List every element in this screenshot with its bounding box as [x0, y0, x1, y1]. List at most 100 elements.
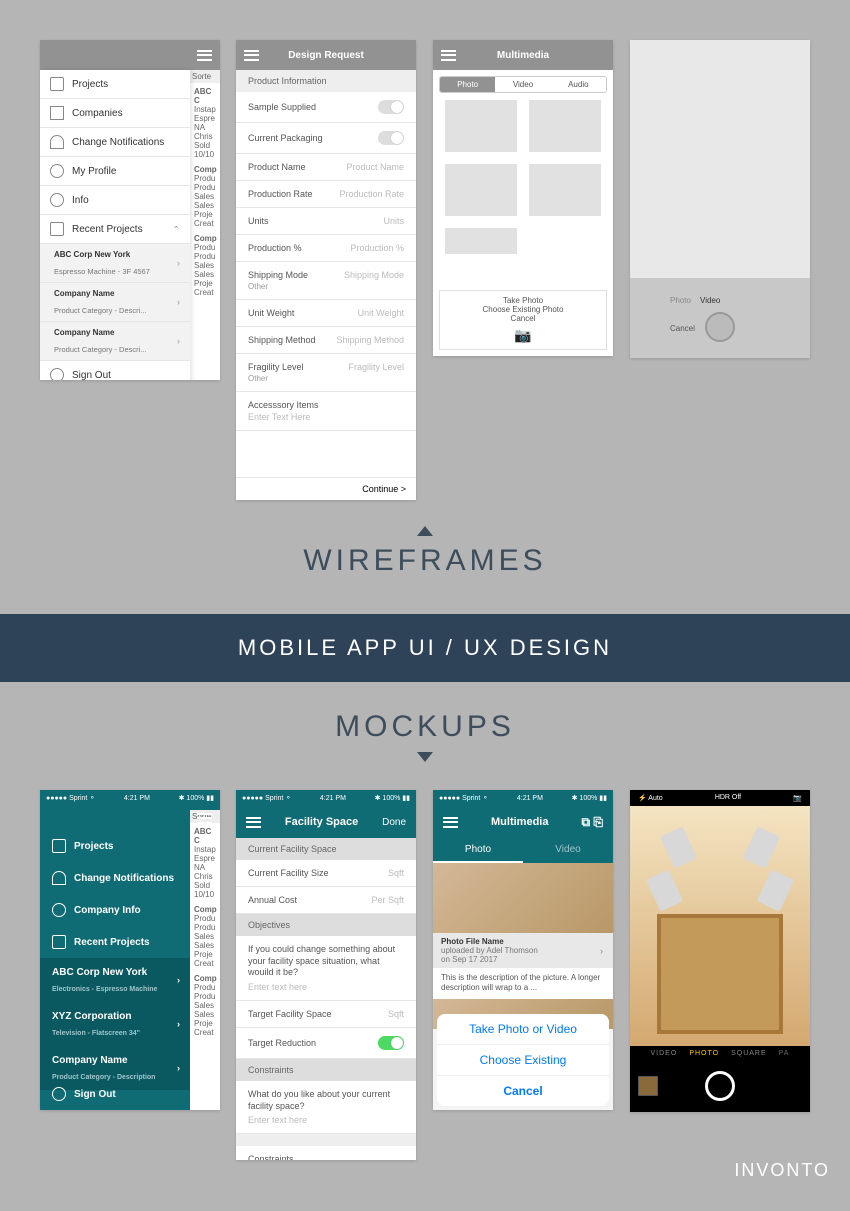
arrow-up-icon [417, 526, 433, 536]
row-units[interactable]: UnitsUnits [236, 208, 416, 235]
chevron-right-icon[interactable]: › [600, 946, 603, 956]
recent-item[interactable]: Company NameProduct Category - Descri...… [40, 283, 190, 322]
nav-signout[interactable]: Sign Out [40, 361, 190, 380]
nav-notifications[interactable]: Change Notifications [40, 128, 190, 157]
bg-list: Sorte ABC C InstapEspreNAChrisSold10/10 … [190, 810, 220, 1110]
info-icon [50, 193, 64, 207]
mode-photo[interactable]: PHOTO [689, 1050, 719, 1057]
cancel-button[interactable]: Cancel [440, 314, 606, 323]
power-icon [52, 1087, 66, 1101]
chevron-right-icon: › [177, 336, 180, 346]
recent-item[interactable]: ABC Corp New YorkElectronics - Espresso … [40, 958, 190, 1002]
brand-label: INVONTO [734, 1160, 830, 1181]
row-accessory[interactable]: Accesssory ItemsEnter Text Here [236, 392, 416, 431]
hamburger-icon[interactable] [441, 50, 456, 61]
nav-notifications[interactable]: Change Notifications [40, 862, 190, 894]
nav-projects[interactable]: Projects [40, 830, 190, 862]
bg-list: Sorte ABC C InstapEspreNAChrisSold10/10 … [190, 70, 220, 380]
header-actions[interactable]: ⧉ ⎘ [581, 815, 603, 830]
row-unit-weight[interactable]: Unit WeightUnit Weight [236, 300, 416, 327]
thumbnail[interactable] [445, 228, 517, 254]
tab-photo[interactable]: Photo [433, 838, 523, 863]
cancel-button[interactable]: Cancel [670, 324, 695, 333]
hamburger-icon[interactable] [244, 50, 259, 61]
recent-item[interactable]: ABC Corp New YorkEspresso Machine - 3F 4… [40, 244, 190, 283]
done-button[interactable]: Done [382, 817, 406, 828]
toggle[interactable] [378, 100, 404, 114]
row-shipping-method[interactable]: Shipping MethodShipping Method [236, 327, 416, 354]
thumbnail[interactable] [445, 164, 517, 216]
photo-preview[interactable] [433, 863, 613, 933]
flash-button[interactable]: ⚡ Auto [638, 794, 663, 802]
bell-icon [50, 135, 64, 149]
tab-audio[interactable]: Audio [551, 77, 606, 92]
recent-item[interactable]: Company NameProduct Category - Descri...… [40, 322, 190, 361]
tab-photo[interactable]: Photo [440, 77, 495, 92]
toggle[interactable] [378, 131, 404, 145]
camera-icon[interactable]: 📷 [793, 794, 802, 802]
chevron-right-icon: › [177, 297, 180, 307]
nav-profile[interactable]: My Profile [40, 157, 190, 186]
recent-item[interactable]: XYZ CorporationTelevision - Flatscreen 3… [40, 1002, 190, 1046]
header: Multimedia⧉ ⎘ [433, 806, 613, 838]
tab-video[interactable]: Video [700, 296, 720, 305]
row-shipping-mode[interactable]: Shipping ModeShipping ModeOther [236, 262, 416, 300]
tab-video[interactable]: Video [495, 77, 550, 92]
action-sheet: Take Photo Choose Existing Photo Cancel … [439, 290, 607, 350]
nav-signout[interactable]: Sign Out [40, 1078, 190, 1110]
header: Multimedia [433, 40, 613, 70]
row-production-pct[interactable]: Production %Production % [236, 235, 416, 262]
shutter-button[interactable] [705, 1071, 735, 1101]
row-annual-cost[interactable]: Annual CostPer Sqft [236, 887, 416, 914]
row-production-rate[interactable]: Production RateProduction Rate [236, 181, 416, 208]
mid-band: MOBILE APP UI / UX DESIGN [0, 614, 850, 682]
tab-video[interactable]: Video [523, 838, 613, 863]
cancel-button[interactable]: Cancel [437, 1076, 609, 1106]
nav-recent[interactable]: Recent Projects⌃ [40, 926, 190, 958]
mode-pano[interactable]: PA [779, 1050, 790, 1057]
section-header: Current Facility Space [236, 838, 416, 860]
last-photo-thumbnail[interactable] [638, 1076, 658, 1096]
mode-video[interactable]: VIDEO [651, 1050, 678, 1057]
toggle[interactable] [378, 1036, 404, 1050]
choose-existing-button[interactable]: Choose Existing [437, 1045, 609, 1076]
wireframe-nav: Sorte ABC C InstapEspreNAChrisSold10/10 … [40, 40, 220, 380]
status-bar: ●●●●● Sprint ⚬4:21 PM✱ 100% ▮▮ [236, 790, 416, 806]
shutter-button[interactable] [705, 312, 735, 342]
row-objective-q1[interactable]: If you could change something about your… [236, 936, 416, 1001]
hamburger-icon[interactable] [197, 813, 212, 824]
row-constraints[interactable]: ConstraintsEnter text here [236, 1146, 416, 1160]
bell-icon [52, 871, 66, 885]
section-title-mockups: MOCKUPS [0, 710, 850, 744]
power-icon [50, 368, 64, 380]
choose-existing-button[interactable]: Choose Existing Photo [440, 305, 606, 314]
take-photo-button[interactable]: Take Photo or Video [437, 1014, 609, 1045]
row-product-name[interactable]: Product NameProduct Name [236, 154, 416, 181]
hamburger-icon[interactable] [246, 817, 261, 828]
thumbnail[interactable] [529, 100, 601, 152]
row-current-size[interactable]: Current Facility SizeSqft [236, 860, 416, 887]
row-constraint-q[interactable]: What do you like about your current faci… [236, 1081, 416, 1134]
nav-projects[interactable]: Projects [40, 70, 190, 99]
camera-mode-selector[interactable]: VIDEO PHOTO SQUARE PA [630, 1046, 810, 1061]
person-icon [50, 164, 64, 178]
camera-icon[interactable]: 📷 [440, 327, 606, 344]
folder-icon [52, 935, 66, 949]
nav-company-info[interactable]: Company Info [40, 894, 190, 926]
row-target-reduction: Target Reduction [236, 1028, 416, 1059]
hamburger-icon[interactable] [443, 817, 458, 828]
nav-recent[interactable]: Recent Projects⌃ [40, 215, 190, 244]
hamburger-icon[interactable] [197, 50, 212, 61]
thumbnail[interactable] [445, 100, 517, 152]
row-target-space[interactable]: Target Facility SpaceSqft [236, 1001, 416, 1028]
nav-info[interactable]: Info [40, 186, 190, 215]
continue-button[interactable]: Continue > [236, 477, 416, 500]
thumbnail[interactable] [529, 164, 601, 216]
mode-square[interactable]: SQUARE [731, 1050, 767, 1057]
tab-photo[interactable]: Photo [670, 296, 691, 305]
nav-companies[interactable]: Companies [40, 99, 190, 128]
take-photo-button[interactable]: Take Photo [440, 296, 606, 305]
row-fragility[interactable]: Fragility LevelFragility LevelOther [236, 354, 416, 392]
hdr-button[interactable]: HDR Off [715, 794, 741, 802]
tabs: Photo Video [433, 838, 613, 863]
